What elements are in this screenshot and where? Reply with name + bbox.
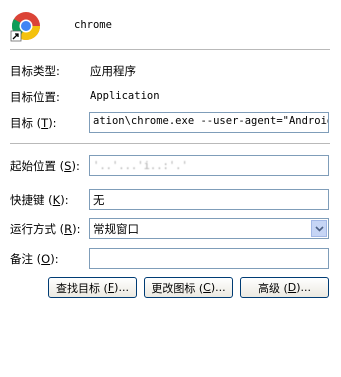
target-type-value: 应用程序	[90, 64, 136, 78]
chevron-down-icon[interactable]	[311, 220, 327, 237]
change-icon-button[interactable]: 更改图标 (C)...	[144, 277, 233, 298]
comment-input[interactable]	[89, 248, 329, 269]
divider	[10, 143, 330, 144]
app-name: chrome	[74, 19, 112, 31]
find-target-button[interactable]: 查找目标 (F)...	[48, 277, 137, 298]
target-input[interactable]: ation\chrome.exe --user-agent="Android"	[89, 112, 329, 133]
shortcut-key-input[interactable]: 无	[89, 189, 329, 210]
advanced-button[interactable]: 高级 (D)...	[240, 277, 329, 298]
run-select[interactable]: 常规窗口	[89, 218, 329, 239]
start-in-input[interactable]: '..'...'i..:'.'	[89, 155, 329, 176]
run-label: 运行方式 (R):	[10, 222, 81, 236]
shortcut-key-label: 快捷键 (K):	[10, 193, 69, 207]
target-type-label: 目标类型:	[10, 64, 60, 78]
target-location-label: 目标位置:	[10, 90, 60, 104]
target-label: 目标 (T):	[10, 116, 57, 130]
divider	[10, 49, 330, 50]
comment-label: 备注 (O):	[10, 252, 59, 266]
run-select-value: 常规窗口	[93, 222, 139, 236]
chrome-app-icon	[10, 10, 44, 44]
target-location-value: Application	[90, 90, 160, 102]
start-in-label: 起始位置 (S):	[10, 159, 80, 173]
